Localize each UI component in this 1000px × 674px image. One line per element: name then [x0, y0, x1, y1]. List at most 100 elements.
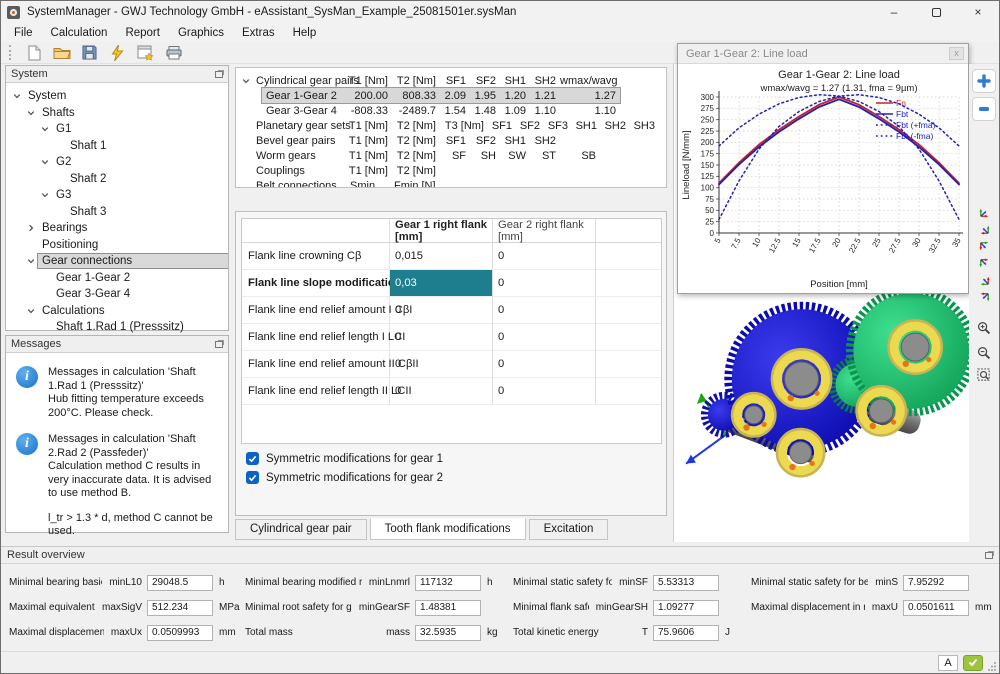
chevron-open-icon [40, 125, 50, 133]
view-orientation-4-button[interactable] [974, 255, 994, 271]
mod-row-flank-line-end-relief-length-i-lci: Flank line end relief length I LCI 0 0 [242, 324, 661, 351]
zoom-in-button[interactable] [974, 320, 994, 336]
message-title: Messages in calculation 'Shaft 2.Rad 2 (… [48, 433, 196, 459]
svg-text:10: 10 [750, 236, 763, 249]
minimize-button[interactable]: – [873, 1, 915, 23]
mod-row-label: Flank line slope modification CHβ [242, 270, 428, 296]
float-panel-icon[interactable] [985, 551, 993, 559]
mod-cell-gear2[interactable]: 0 [493, 351, 596, 377]
zoom-window-button[interactable] [974, 367, 994, 383]
tree-item-shaft-3[interactable]: Shaft 3 [6, 204, 228, 221]
new-file-button[interactable] [22, 43, 45, 63]
message-text: Messages in calculation 'Shaft 1.Rad 1 (… [48, 366, 222, 420]
menu-extras[interactable]: Extras [233, 25, 284, 41]
menu-help[interactable]: Help [284, 25, 326, 41]
tree-item-shaft-1-rad-1-presssitz[interactable]: Shaft 1.Rad 1 (Presssitz) [6, 319, 228, 336]
view-orientation-6-button[interactable] [974, 289, 994, 305]
gear-group-row-bevel-gear-pairs[interactable]: Bevel gear pairs T1 [Nm] T2 [Nm] SF1 SF2 SH1 S… [236, 133, 666, 148]
tab-tooth-flank-modifications[interactable]: Tooth flank modifications [369, 518, 526, 540]
remove-button[interactable] [972, 97, 996, 121]
mod-cell-gear2[interactable]: 0 [493, 297, 596, 323]
tree-item-g3[interactable]: G3 [6, 187, 228, 204]
mod-cell-gear2[interactable]: 0 [493, 270, 596, 296]
tree-item-label: Shaft 2 [70, 172, 107, 185]
mod-cell-gear2[interactable]: 0 [493, 243, 596, 269]
tree-item-gear-3-gear-4[interactable]: Gear 3-Gear 4 [6, 286, 228, 303]
zoom-out-button[interactable] [974, 345, 994, 361]
close-button[interactable]: × [957, 1, 999, 23]
view-orientation-2-button[interactable] [974, 221, 994, 237]
maximize-button[interactable] [915, 1, 957, 23]
menu-graphics[interactable]: Graphics [169, 25, 233, 41]
system-tree: System Shafts G1 Shaft 1 G2 Shaft 2 G3 Shaft 3 B… [6, 83, 228, 352]
tree-item-positioning[interactable]: Positioning [6, 237, 228, 254]
status-a-button[interactable]: A [938, 654, 958, 671]
tree-item-calculations[interactable]: Calculations [6, 303, 228, 320]
mod-cell-gear1[interactable]: 0 [390, 351, 493, 377]
gear-col-header: T1 [Nm] [348, 74, 388, 87]
tree-item-system[interactable]: System [6, 88, 228, 105]
tree-item-g1[interactable]: G1 [6, 121, 228, 138]
mod-cell-gear2[interactable]: 0 [493, 378, 596, 404]
resize-grip[interactable] [987, 661, 997, 671]
checkbox-checked-icon[interactable] [246, 471, 259, 484]
gear-group-row-couplings[interactable]: Couplings T1 [Nm] T2 [Nm] [236, 163, 666, 178]
toolbar-grip[interactable] [9, 45, 14, 60]
gear-group-row-belt-connections[interactable]: Belt connections Smin Fmin [N] [236, 178, 666, 188]
mod-cell-gear1[interactable]: 0 [390, 324, 493, 350]
mod-cell-gear1[interactable]: 0,03 [390, 270, 493, 296]
float-panel-icon[interactable] [215, 340, 223, 348]
gear-group-row-cylindrical-gear-pairs[interactable]: Cylindrical gear pairs T1 [Nm] T2 [Nm] SF1 S… [236, 73, 666, 88]
save-button[interactable] [78, 43, 101, 63]
svg-text:Fn: Fn [896, 98, 906, 108]
tab-cylindrical-gear-pair[interactable]: Cylindrical gear pair [235, 519, 367, 540]
report-button[interactable] [134, 43, 157, 63]
tree-item-shaft-2[interactable]: Shaft 2 [6, 171, 228, 188]
svg-text:Gear 1-Gear 2: Line load: Gear 1-Gear 2: Line load [778, 69, 900, 81]
svg-text:12.5: 12.5 [767, 236, 783, 254]
gear-pair-band: Gear 1-Gear 2 200.00 808.33 2.09 1.95 1.20 1.2… [261, 87, 621, 104]
checkbox-checked-icon[interactable] [246, 452, 259, 465]
menu-calculation[interactable]: Calculation [42, 25, 117, 41]
chart-close-button[interactable]: x [949, 47, 964, 60]
gear-col-header: SH [480, 149, 496, 162]
gear-pair-row-gear-1-gear-2[interactable]: Gear 1-Gear 2 200.00 808.33 2.09 1.95 1.20 1.2… [236, 87, 666, 104]
menu-report[interactable]: Report [116, 25, 169, 41]
mod-cell-gear2[interactable]: 0 [493, 324, 596, 350]
result-field-abbr: mass [386, 627, 410, 638]
tree-item-shaft-1[interactable]: Shaft 1 [6, 138, 228, 155]
gear-pair-row-gear-3-gear-4[interactable]: Gear 3-Gear 4 -808.33 -2489.7 1.54 1.48 1.09 1… [236, 103, 666, 118]
tree-item-gear-1-gear-2[interactable]: Gear 1-Gear 2 [6, 270, 228, 287]
mod-cell-gear1[interactable]: 0 [390, 378, 493, 404]
add-button[interactable] [972, 69, 996, 93]
view-orientation-3-button[interactable] [974, 238, 994, 254]
result-field-value: 1.09277 [653, 599, 719, 616]
chart-window-titlebar[interactable]: Gear 1-Gear 2: Line load x [678, 44, 968, 64]
menu-file[interactable]: File [5, 25, 42, 41]
result-field-abbr: minGearSF [358, 602, 410, 613]
gear-col-header: T1 [Nm] [348, 134, 388, 147]
tree-item-gear-connections[interactable]: Gear connections [6, 253, 228, 270]
tree-item-bearings[interactable]: Bearings [6, 220, 228, 237]
view-orientation-5-button[interactable] [974, 272, 994, 288]
tree-item-label: Shaft 3 [70, 205, 107, 218]
mod-cell-gear1[interactable]: 0 [390, 297, 493, 323]
calculate-button[interactable] [106, 43, 129, 63]
gear-pair-label: Gear 1-Gear 2 [266, 89, 337, 102]
print-button[interactable] [162, 43, 185, 63]
svg-text:Fbt (-fma): Fbt (-fma) [896, 131, 933, 141]
tree-item-g2[interactable]: G2 [6, 154, 228, 171]
status-ok-icon[interactable] [963, 654, 983, 671]
open-file-button[interactable] [50, 43, 73, 63]
mod-cell-gear1[interactable]: 0,015 [390, 243, 493, 269]
tab-excitation[interactable]: Excitation [528, 519, 609, 540]
tree-item-shafts[interactable]: Shafts [6, 105, 228, 122]
gear-group-row-worm-gears[interactable]: Worm gears T1 [Nm] T2 [Nm] SF SH SW ST SB [236, 148, 666, 163]
tree-item-label: Shaft 1 [70, 139, 107, 152]
view-orientation-1-button[interactable] [974, 204, 994, 220]
svg-text:50: 50 [705, 206, 714, 215]
gear-group-row-planetary-gear-sets[interactable]: Planetary gear sets T1 [Nm] T2 [Nm] T3 [Nm]… [236, 118, 666, 133]
mod-row-flank-line-crowning-c: Flank line crowning Cβ 0,015 0 [242, 243, 661, 270]
gear-col-header: SH3 [633, 119, 655, 132]
float-panel-icon[interactable] [215, 70, 223, 78]
